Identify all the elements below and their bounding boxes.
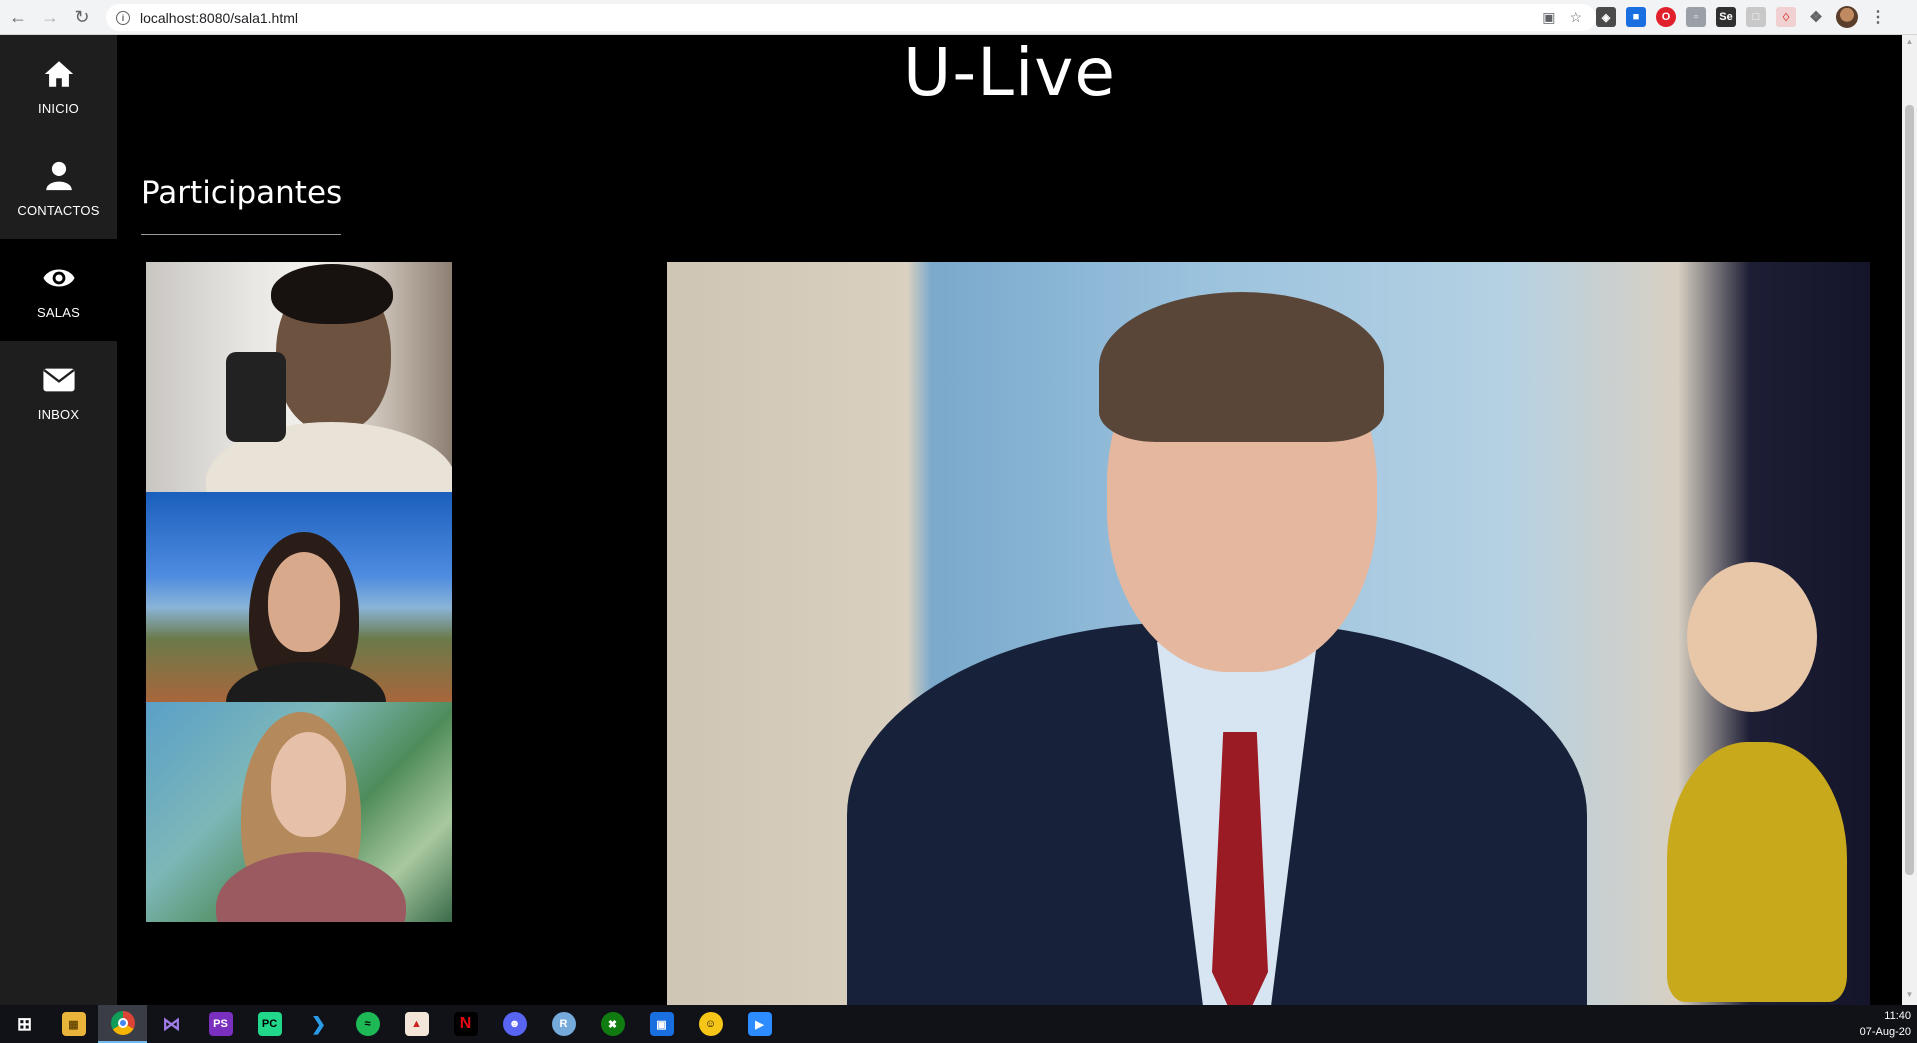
phpstorm-icon[interactable]: PS: [196, 1005, 245, 1043]
extension-se-icon[interactable]: Se: [1716, 7, 1736, 27]
sidebar-item-inicio[interactable]: INICIO: [0, 35, 117, 137]
chrome-icon[interactable]: [98, 1005, 147, 1043]
windows-taskbar: ⊞ ▦ ⋈ PS PC ❯ ≈ ▲ N ☻ R ✖ ▣ ☺ ▶ 11:40 07…: [0, 1005, 1917, 1043]
child-figure: [1667, 742, 1847, 1002]
participant-1-hair: [271, 264, 393, 324]
back-icon[interactable]: ←: [4, 3, 32, 31]
main-speaker-video[interactable]: [667, 262, 1870, 1005]
puzzle-icon[interactable]: ❖: [1806, 7, 1826, 27]
participant-list: [146, 262, 452, 922]
scroll-up-icon[interactable]: ▲: [1905, 37, 1914, 47]
extension-shield-icon[interactable]: ◈: [1596, 7, 1616, 27]
heading-divider: [141, 234, 341, 235]
visual-studio-icon[interactable]: ⋈: [147, 1005, 196, 1043]
sidebar-item-label: INICIO: [38, 100, 79, 116]
sidebar-item-inbox[interactable]: INBOX: [0, 341, 117, 443]
sidebar-item-label: SALAS: [37, 304, 80, 320]
speaker-hair: [1099, 292, 1384, 442]
discord-icon[interactable]: ☻: [490, 1005, 539, 1043]
scroll-down-icon[interactable]: ▼: [1905, 990, 1914, 1000]
menu-dots-icon[interactable]: ⋮: [1868, 7, 1888, 27]
r-studio-icon[interactable]: R: [539, 1005, 588, 1043]
home-icon: [44, 60, 73, 87]
spotify-icon[interactable]: ≈: [343, 1005, 392, 1043]
page-scrollbar[interactable]: ▲ ▼: [1902, 35, 1917, 1005]
sidebar: INICIO CONTACTOS SALAS INBOX: [0, 35, 117, 1005]
person-icon: [45, 161, 72, 190]
emoji-app-icon[interactable]: ☺: [686, 1005, 735, 1043]
extensions-bar: ◈ ■ O ▫ Se □ ♢ ❖ ⋮: [1596, 6, 1888, 28]
child-head: [1687, 562, 1817, 712]
clock-date: 07-Aug-20: [1859, 1026, 1911, 1038]
sidebar-item-contactos[interactable]: CONTACTOS: [0, 137, 117, 239]
pycharm-icon[interactable]: PC: [245, 1005, 294, 1043]
profile-avatar[interactable]: [1836, 6, 1858, 28]
extension-opera-icon[interactable]: O: [1656, 7, 1676, 27]
brand-title: U-Live: [903, 34, 1116, 111]
participant-3-face: [271, 732, 346, 837]
participant-video-1[interactable]: [146, 262, 452, 492]
participant-video-3[interactable]: [146, 702, 452, 922]
vscode-icon[interactable]: ❯: [294, 1005, 343, 1043]
participant-video-2[interactable]: [146, 492, 452, 702]
sidebar-item-salas[interactable]: SALAS: [0, 239, 117, 341]
camera-icon[interactable]: ▣: [1542, 9, 1555, 26]
popcorn-time-icon[interactable]: ▲: [392, 1005, 441, 1043]
netflix-icon[interactable]: N: [441, 1005, 490, 1043]
extension-red-icon[interactable]: ♢: [1776, 7, 1796, 27]
participant-2-body: [226, 662, 386, 702]
browser-toolbar: ← → ↻ i localhost:8080/sala1.html ▣ ☆ ◈ …: [0, 0, 1917, 35]
clock-time: 11:40: [1884, 1010, 1911, 1022]
scroll-thumb[interactable]: [1905, 105, 1914, 875]
sidebar-item-label: CONTACTOS: [17, 202, 100, 218]
site-info-icon[interactable]: i: [116, 10, 130, 25]
extension-doc-icon[interactable]: □: [1746, 7, 1766, 27]
url-text[interactable]: localhost:8080/sala1.html: [140, 10, 298, 26]
extension-blue-icon[interactable]: ■: [1626, 7, 1646, 27]
extension-pages-icon[interactable]: ▫: [1686, 7, 1706, 27]
participant-2-face: [268, 552, 340, 652]
sidebar-item-label: INBOX: [37, 406, 80, 422]
bookmark-star-icon[interactable]: ☆: [1569, 9, 1582, 26]
address-bar[interactable]: i localhost:8080/sala1.html ▣ ☆: [106, 4, 1596, 31]
remote-desktop-icon[interactable]: ▣: [637, 1005, 686, 1043]
reload-icon[interactable]: ↻: [68, 3, 96, 31]
zoom-icon[interactable]: ▶: [735, 1005, 784, 1043]
participants-heading: Participantes: [141, 175, 343, 211]
forward-icon[interactable]: →: [36, 3, 64, 31]
eye-icon: [42, 269, 75, 286]
file-explorer-icon[interactable]: ▦: [49, 1005, 98, 1043]
participant-1-chair: [226, 352, 286, 442]
envelope-icon: [42, 368, 75, 391]
xbox-icon[interactable]: ✖: [588, 1005, 637, 1043]
windows-start-icon[interactable]: ⊞: [0, 1005, 49, 1043]
system-clock[interactable]: 11:40 07-Aug-20: [1860, 1008, 1911, 1040]
